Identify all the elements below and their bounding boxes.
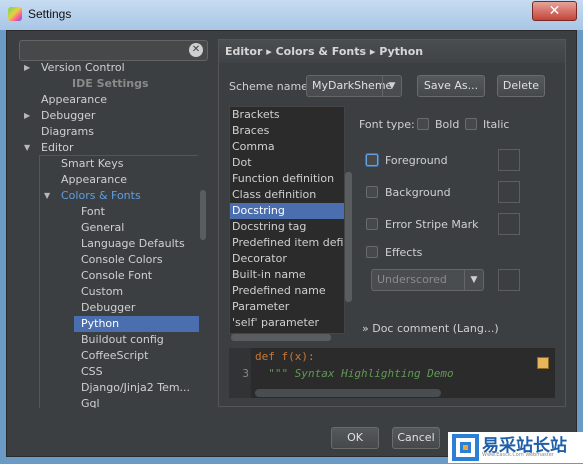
clear-search-icon[interactable]: ✕ xyxy=(189,43,203,57)
scheme-select-value: MyDarkSheme xyxy=(312,79,393,92)
color-element-item[interactable]: Function definition xyxy=(230,171,344,187)
tree-section-header: IDE Settings xyxy=(72,77,149,90)
tree-item[interactable]: Editor xyxy=(41,140,74,156)
background-checkbox[interactable] xyxy=(366,186,378,198)
italic-label: Italic xyxy=(483,118,510,131)
color-element-item[interactable]: Braces xyxy=(230,123,344,139)
line-number: 3 xyxy=(242,367,249,380)
color-element-item[interactable]: Predefined item definition xyxy=(230,235,344,251)
element-list-horizontal-scrollbar[interactable] xyxy=(231,334,331,341)
effects-color-swatch[interactable] xyxy=(498,269,520,291)
error-stripe-color-swatch[interactable] xyxy=(498,213,520,235)
error-stripe-label: Error Stripe Mark xyxy=(385,218,479,231)
color-element-item[interactable]: Docstring xyxy=(230,203,344,219)
expand-arrow-right-icon[interactable]: ▶ xyxy=(24,111,30,120)
bold-label: Bold xyxy=(435,118,460,131)
tree-item[interactable]: Debugger xyxy=(41,108,95,124)
breadcrumb: Editor ▸ Colors & Fonts ▸ Python xyxy=(219,40,565,63)
tree-item[interactable]: Version Control xyxy=(41,61,125,76)
chevron-down-icon: ▼ xyxy=(464,270,483,290)
settings-search-input[interactable] xyxy=(19,40,208,61)
effect-type-select[interactable]: Underscored ▼ xyxy=(371,269,484,291)
error-stripe-checkbox[interactable] xyxy=(366,218,378,230)
code-line-docstring: """ Syntax Highlighting Demo xyxy=(255,367,454,380)
watermark-logo-mark xyxy=(452,434,479,461)
background-label: Background xyxy=(385,186,451,199)
editor-subtree-outline xyxy=(39,155,198,408)
cancel-button[interactable]: Cancel xyxy=(392,427,440,449)
color-element-item[interactable]: Built-in name xyxy=(230,267,344,283)
window-title: Settings xyxy=(28,7,72,21)
color-element-item[interactable]: 'self' parameter xyxy=(230,315,344,331)
scheme-name-label: Scheme name: xyxy=(229,80,312,93)
scheme-select[interactable]: MyDarkSheme ▼ xyxy=(306,75,402,97)
italic-checkbox[interactable] xyxy=(465,118,477,130)
effect-type-value: Underscored xyxy=(377,273,447,286)
foreground-checkbox[interactable] xyxy=(366,154,378,166)
font-type-label: Font type: xyxy=(359,118,415,131)
app-icon xyxy=(8,7,22,21)
expand-arrow-right-icon[interactable]: ▶ xyxy=(24,63,30,72)
effects-label: Effects xyxy=(385,246,423,259)
color-element-item[interactable]: Docstring tag xyxy=(230,219,344,235)
title-bar xyxy=(0,0,583,30)
tree-item[interactable]: Appearance xyxy=(41,92,107,108)
chevron-down-icon: ▼ xyxy=(382,76,401,96)
color-element-list: Brackets Braces Comma Dot Function definitio… xyxy=(229,106,345,334)
foreground-color-swatch[interactable] xyxy=(498,149,520,171)
color-element-item[interactable]: Decorator xyxy=(230,251,344,267)
effects-checkbox[interactable] xyxy=(366,246,378,258)
preview-horizontal-scrollbar[interactable] xyxy=(255,389,441,397)
foreground-label: Foreground xyxy=(385,154,448,167)
watermark-sub: Www.Easck.Com Webmaster xyxy=(482,452,554,458)
expand-arrow-down-icon[interactable]: ▼ xyxy=(24,143,30,152)
close-button[interactable]: ✕ xyxy=(532,1,577,21)
doc-comment-link[interactable]: » Doc comment (Lang...) xyxy=(362,322,499,335)
background-color-swatch[interactable] xyxy=(498,181,520,203)
error-stripe-marker[interactable] xyxy=(537,357,549,369)
code-line-def: def f(x): xyxy=(255,350,315,363)
color-element-item[interactable]: Parameter xyxy=(230,299,344,315)
color-element-item[interactable]: Predefined name xyxy=(230,283,344,299)
save-as-button[interactable]: Save As... xyxy=(417,75,485,97)
delete-button[interactable]: Delete xyxy=(497,75,545,97)
element-list-vertical-scrollbar[interactable] xyxy=(345,172,352,302)
tree-scrollbar[interactable] xyxy=(200,190,206,240)
color-element-item[interactable]: Brackets xyxy=(230,107,344,123)
color-element-item[interactable]: Dot xyxy=(230,155,344,171)
color-element-item[interactable]: Class definition xyxy=(230,187,344,203)
bold-checkbox[interactable] xyxy=(417,118,429,130)
ok-button[interactable]: OK xyxy=(331,427,379,449)
tree-item[interactable]: Diagrams xyxy=(41,124,94,140)
color-element-item[interactable]: Comma xyxy=(230,139,344,155)
